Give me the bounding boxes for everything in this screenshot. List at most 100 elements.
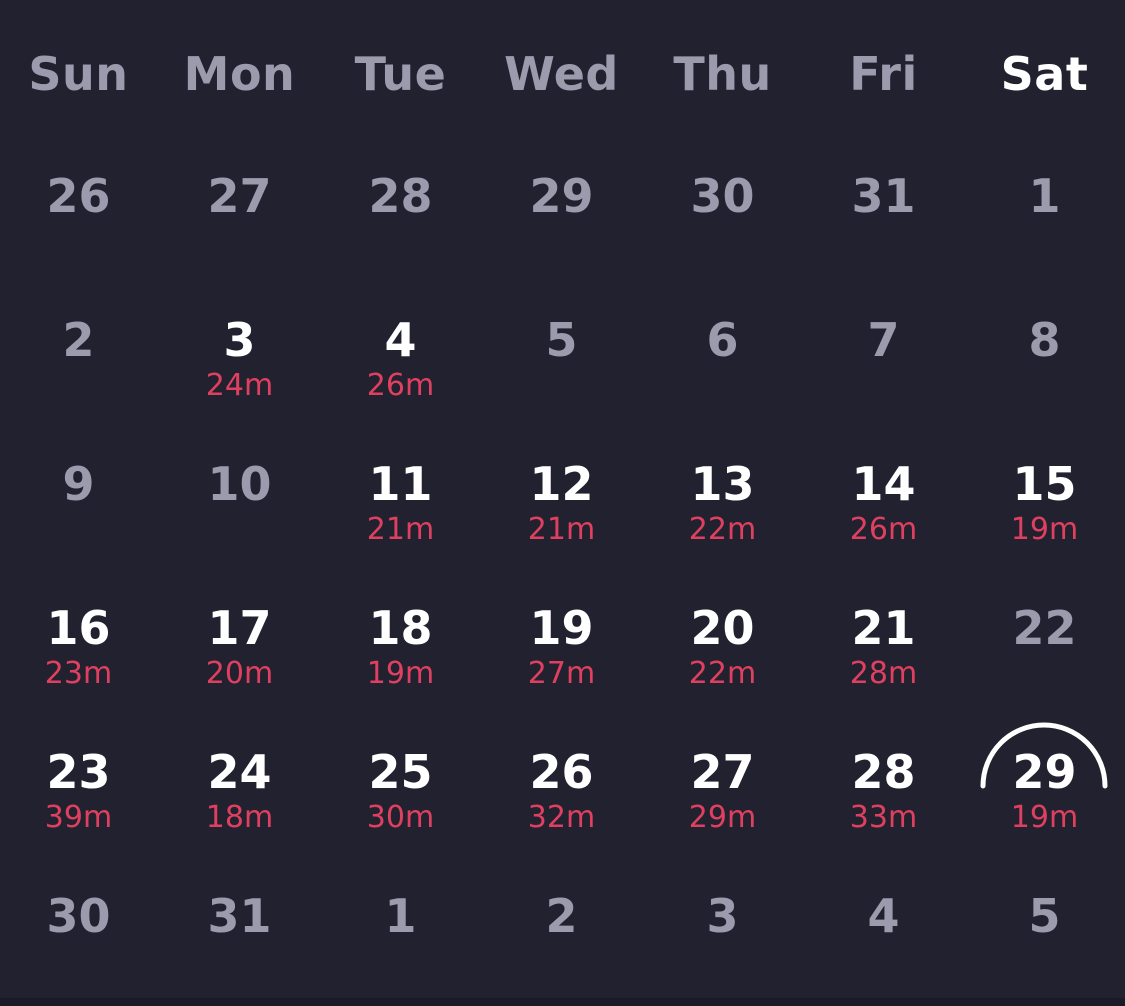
- day-number: 22: [1012, 601, 1077, 655]
- day-cell[interactable]: 23 39m: [0, 744, 159, 864]
- day-cell[interactable]: 5: [964, 888, 1125, 1006]
- day-duration: 32m: [527, 800, 596, 835]
- day-duration: 30m: [366, 800, 435, 835]
- day-cell[interactable]: 22: [964, 600, 1125, 720]
- day-number: 28: [368, 169, 433, 223]
- day-number: 8: [1028, 313, 1061, 367]
- weekday-label-sun: Sun: [28, 47, 129, 101]
- day-cell[interactable]: 30: [642, 168, 803, 288]
- day-number: 1: [1028, 169, 1061, 223]
- day-cell[interactable]: 2: [0, 312, 159, 432]
- day-number: 28: [851, 745, 916, 799]
- day-number: 16: [46, 601, 111, 655]
- day-number: 2: [62, 313, 95, 367]
- day-duration: 21m: [527, 512, 596, 547]
- day-duration: 22m: [688, 656, 757, 691]
- day-number: 29: [529, 169, 594, 223]
- day-number: 18: [368, 601, 433, 655]
- day-number: 29: [1012, 745, 1077, 799]
- day-number: 24: [207, 745, 272, 799]
- day-cell[interactable]: 2: [481, 888, 642, 1006]
- day-number: 21: [851, 601, 916, 655]
- day-cell[interactable]: 14 26m: [803, 456, 964, 576]
- day-number: 2: [545, 889, 578, 943]
- day-number: 6: [706, 313, 739, 367]
- day-cell[interactable]: 8: [964, 312, 1125, 432]
- day-cell[interactable]: 26: [0, 168, 159, 288]
- day-duration: 19m: [1010, 800, 1079, 835]
- day-cell[interactable]: 15 19m: [964, 456, 1125, 576]
- day-cell[interactable]: 10: [159, 456, 320, 576]
- day-cell-today[interactable]: 29 19m: [964, 722, 1125, 864]
- day-cell[interactable]: 12 21m: [481, 456, 642, 576]
- day-duration: 39m: [44, 800, 113, 835]
- day-cell[interactable]: 16 23m: [0, 600, 159, 720]
- day-number: 11: [368, 457, 433, 511]
- day-duration: 26m: [849, 512, 918, 547]
- day-cell[interactable]: 6: [642, 312, 803, 432]
- day-duration: 20m: [205, 656, 274, 691]
- day-cell[interactable]: 17 20m: [159, 600, 320, 720]
- day-number: 5: [545, 313, 578, 367]
- weekday-label-fri: Fri: [849, 47, 918, 101]
- day-number: 20: [690, 601, 755, 655]
- day-cell[interactable]: 9: [0, 456, 159, 576]
- day-cell[interactable]: 7: [803, 312, 964, 432]
- weekday-label-thu: Thu: [673, 47, 772, 101]
- day-number: 12: [529, 457, 594, 511]
- day-duration: 29m: [688, 800, 757, 835]
- day-cell[interactable]: 31: [803, 168, 964, 288]
- day-cell[interactable]: 3 24m: [159, 312, 320, 432]
- day-number: 30: [46, 889, 111, 943]
- day-cell[interactable]: 13 22m: [642, 456, 803, 576]
- day-cell[interactable]: 31: [159, 888, 320, 1006]
- day-cell[interactable]: 25 30m: [320, 744, 481, 864]
- day-cell[interactable]: 21 28m: [803, 600, 964, 720]
- day-duration: 26m: [366, 368, 435, 403]
- day-number: 5: [1028, 889, 1061, 943]
- day-number: 31: [207, 889, 272, 943]
- day-duration: 19m: [366, 656, 435, 691]
- day-cell[interactable]: 3: [642, 888, 803, 1006]
- day-number: 15: [1012, 457, 1077, 511]
- day-cell[interactable]: 26 32m: [481, 744, 642, 864]
- day-cell[interactable]: 4 26m: [320, 312, 481, 432]
- day-cell[interactable]: 19 27m: [481, 600, 642, 720]
- day-cell[interactable]: 27: [159, 168, 320, 288]
- day-cell[interactable]: 11 21m: [320, 456, 481, 576]
- day-number: 27: [207, 169, 272, 223]
- day-cell[interactable]: 28 33m: [803, 744, 964, 864]
- day-number: 7: [867, 313, 900, 367]
- day-number: 19: [529, 601, 594, 655]
- day-cell[interactable]: 30: [0, 888, 159, 1006]
- day-cell[interactable]: 20 22m: [642, 600, 803, 720]
- weekday-label-tue: Tue: [354, 47, 447, 101]
- day-number: 25: [368, 745, 433, 799]
- day-duration: 24m: [205, 368, 274, 403]
- day-cell[interactable]: 5: [481, 312, 642, 432]
- day-cell[interactable]: 24 18m: [159, 744, 320, 864]
- day-duration: 19m: [1010, 512, 1079, 547]
- day-cell[interactable]: 18 19m: [320, 600, 481, 720]
- day-cell[interactable]: 28: [320, 168, 481, 288]
- day-duration: 28m: [849, 656, 918, 691]
- day-cell[interactable]: 1: [320, 888, 481, 1006]
- day-cell[interactable]: 4: [803, 888, 964, 1006]
- day-number: 9: [62, 457, 95, 511]
- day-duration: 21m: [366, 512, 435, 547]
- day-cell[interactable]: 29: [481, 168, 642, 288]
- bottom-divider: [0, 998, 1125, 1006]
- day-number: 10: [207, 457, 272, 511]
- day-number: 27: [690, 745, 755, 799]
- day-cell[interactable]: 1: [964, 168, 1125, 288]
- day-number: 3: [223, 313, 256, 367]
- day-number: 3: [706, 889, 739, 943]
- day-duration: 33m: [849, 800, 918, 835]
- day-cell[interactable]: 27 29m: [642, 744, 803, 864]
- day-number: 17: [207, 601, 272, 655]
- day-number: 31: [851, 169, 916, 223]
- day-duration: 23m: [44, 656, 113, 691]
- weekday-label-mon: Mon: [183, 47, 296, 101]
- weekday-label-wed: Wed: [504, 47, 619, 101]
- day-number: 1: [384, 889, 417, 943]
